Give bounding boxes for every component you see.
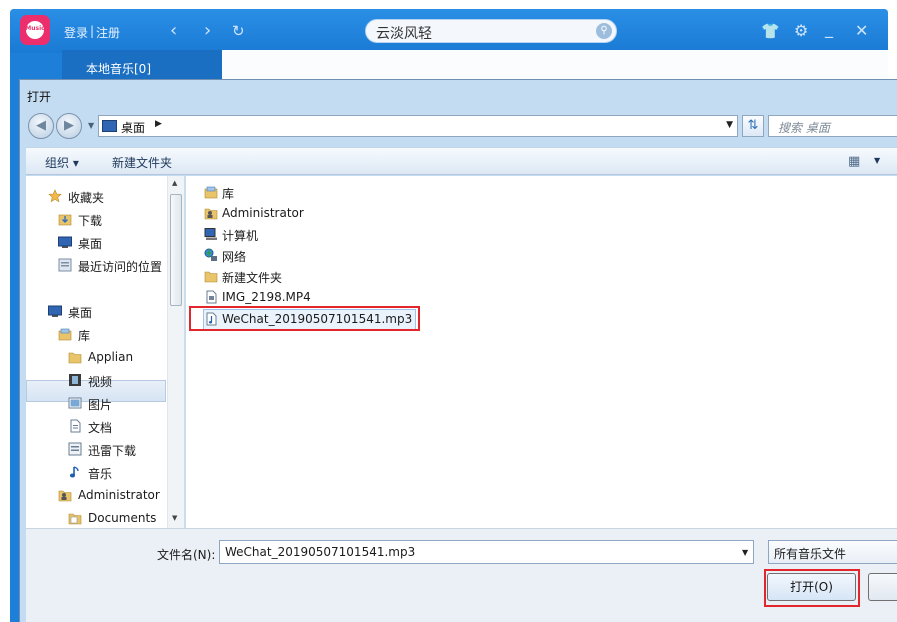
desktop-icon (102, 120, 117, 132)
star-icon (48, 189, 62, 203)
nav-label: 视频 (88, 375, 113, 389)
nav-label: Applian (88, 350, 134, 364)
file-label: IMG_2198.MP4 (222, 290, 311, 304)
address-dropdown-icon[interactable]: ▼ (726, 120, 733, 130)
refresh-icon[interactable]: ↻ (232, 22, 245, 40)
documents-library-icon (68, 419, 82, 433)
file-label: 网络 (222, 250, 247, 264)
library-icon (58, 327, 72, 341)
close-icon[interactable]: ✕ (855, 22, 868, 40)
scroll-up-icon[interactable]: ▲ (172, 179, 177, 187)
player-title-bar: Music 登录 | 注册 ‹ › ↻ 云淡风轻 ⚲ 👕 ⚙ _ ✕ (10, 9, 888, 53)
nav-scrollbar[interactable]: ▲ ▼ (167, 176, 184, 528)
nav-label: 音乐 (88, 467, 113, 481)
recent-places-icon (58, 258, 72, 272)
pictures-library-icon (68, 396, 82, 410)
dialog-title: 打开 (27, 90, 52, 104)
nav-label: 桌面 (68, 306, 93, 320)
open-file-dialog: 打开 ◀ ▶ ▼ 桌面 ▶ ▼ ⇅ 搜索 桌面 组织 ▾ 新建文件夹 ▦ ▼ 收… (19, 79, 897, 622)
scroll-down-icon[interactable]: ▼ (172, 514, 177, 522)
forward-arrow-icon[interactable]: › (204, 22, 211, 40)
address-row: ◀ ▶ ▼ 桌面 ▶ ▼ ⇅ 搜索 桌面 (26, 111, 897, 141)
nav-label: 下载 (78, 214, 103, 228)
filename-input[interactable]: WeChat_20190507101541.mp3 (219, 540, 754, 564)
player-search-value: 云淡风轻 (376, 26, 432, 42)
view-options-icon[interactable]: ▦ (848, 154, 860, 169)
gear-icon[interactable]: ⚙ (794, 22, 808, 40)
nav-label: 文档 (88, 421, 113, 435)
nav-label: 桌面 (78, 237, 103, 251)
file-label: 库 (222, 187, 235, 201)
download-folder-icon (58, 212, 72, 226)
search-icon[interactable]: ⚲ (596, 23, 612, 39)
video-file-icon (204, 290, 218, 304)
desktop-icon (48, 304, 62, 318)
dialog-toolbar: 组织 ▾ 新建文件夹 ▦ ▼ (26, 147, 897, 175)
file-label: Administrator (222, 206, 304, 220)
back-button[interactable]: ◀ (28, 113, 54, 139)
thunder-download-icon (68, 442, 82, 456)
user-folder-icon (58, 488, 72, 502)
address-location[interactable]: 桌面 (121, 119, 145, 136)
recent-locations-dropdown-icon[interactable]: ▼ (88, 121, 94, 130)
forward-button[interactable]: ▶ (56, 113, 82, 139)
logo-text: Music (25, 25, 45, 32)
minimize-icon[interactable]: _ (825, 20, 833, 38)
navigation-pane: 收藏夹 下载 桌面 最近访问的位置 桌面 库 Applian 视频 图片 文档 … (26, 176, 185, 528)
nav-label: Administrator (78, 488, 160, 502)
file-label: 计算机 (222, 229, 259, 243)
refresh-button[interactable]: ⇅ (742, 115, 764, 137)
scrollbar-thumb[interactable] (170, 194, 182, 306)
nav-label: 收藏夹 (68, 191, 105, 205)
login-link[interactable]: 登录 (64, 24, 88, 41)
organize-button[interactable]: 组织 ▾ (45, 154, 79, 171)
register-link[interactable]: 注册 (96, 24, 120, 41)
user-folder-icon (204, 206, 218, 220)
highlight-open-button (764, 569, 860, 607)
skin-tshirt-icon[interactable]: 👕 (761, 22, 780, 40)
computer-icon (204, 227, 218, 241)
folder-icon (68, 350, 82, 364)
filetype-select[interactable]: 所有音乐文件 (768, 540, 897, 564)
filename-label: 文件名(N): (157, 548, 216, 562)
desktop-icon (58, 235, 72, 249)
folder-icon (204, 269, 218, 283)
network-icon (204, 248, 218, 262)
music-library-icon (68, 465, 82, 479)
player-search-input[interactable]: 云淡风轻 ⚲ (365, 19, 617, 43)
highlight-selected-file (189, 306, 420, 331)
video-library-icon (68, 373, 82, 387)
file-list-pane: 库 Administrator 计算机 网络 新建文件夹 IMG_2198.MP… (186, 176, 897, 528)
dialog-search-placeholder: 搜索 桌面 (778, 121, 830, 135)
back-arrow-icon[interactable]: ‹ (170, 22, 177, 40)
dialog-search-input[interactable]: 搜索 桌面 (768, 115, 897, 137)
library-icon (204, 185, 218, 199)
nav-label: 最近访问的位置 (78, 260, 163, 274)
login-separator: | (90, 24, 95, 38)
folder-icon (68, 511, 82, 525)
nav-label: Documents (88, 511, 157, 525)
dialog-bottom-bar: 文件名(N): WeChat_20190507101541.mp3 ▼ 所有音乐… (26, 528, 897, 622)
new-folder-button[interactable]: 新建文件夹 (112, 154, 172, 171)
view-dropdown-icon[interactable]: ▼ (874, 156, 880, 165)
nav-label: 迅雷下载 (88, 444, 137, 458)
cancel-button[interactable] (868, 573, 897, 601)
nav-label: 图片 (88, 398, 113, 412)
filename-dropdown-icon[interactable]: ▼ (742, 548, 748, 557)
nav-label: 库 (78, 329, 91, 343)
address-bar[interactable]: 桌面 ▶ ▼ (98, 115, 738, 137)
file-label: 新建文件夹 (222, 271, 283, 285)
breadcrumb-arrow-icon[interactable]: ▶ (155, 119, 162, 129)
